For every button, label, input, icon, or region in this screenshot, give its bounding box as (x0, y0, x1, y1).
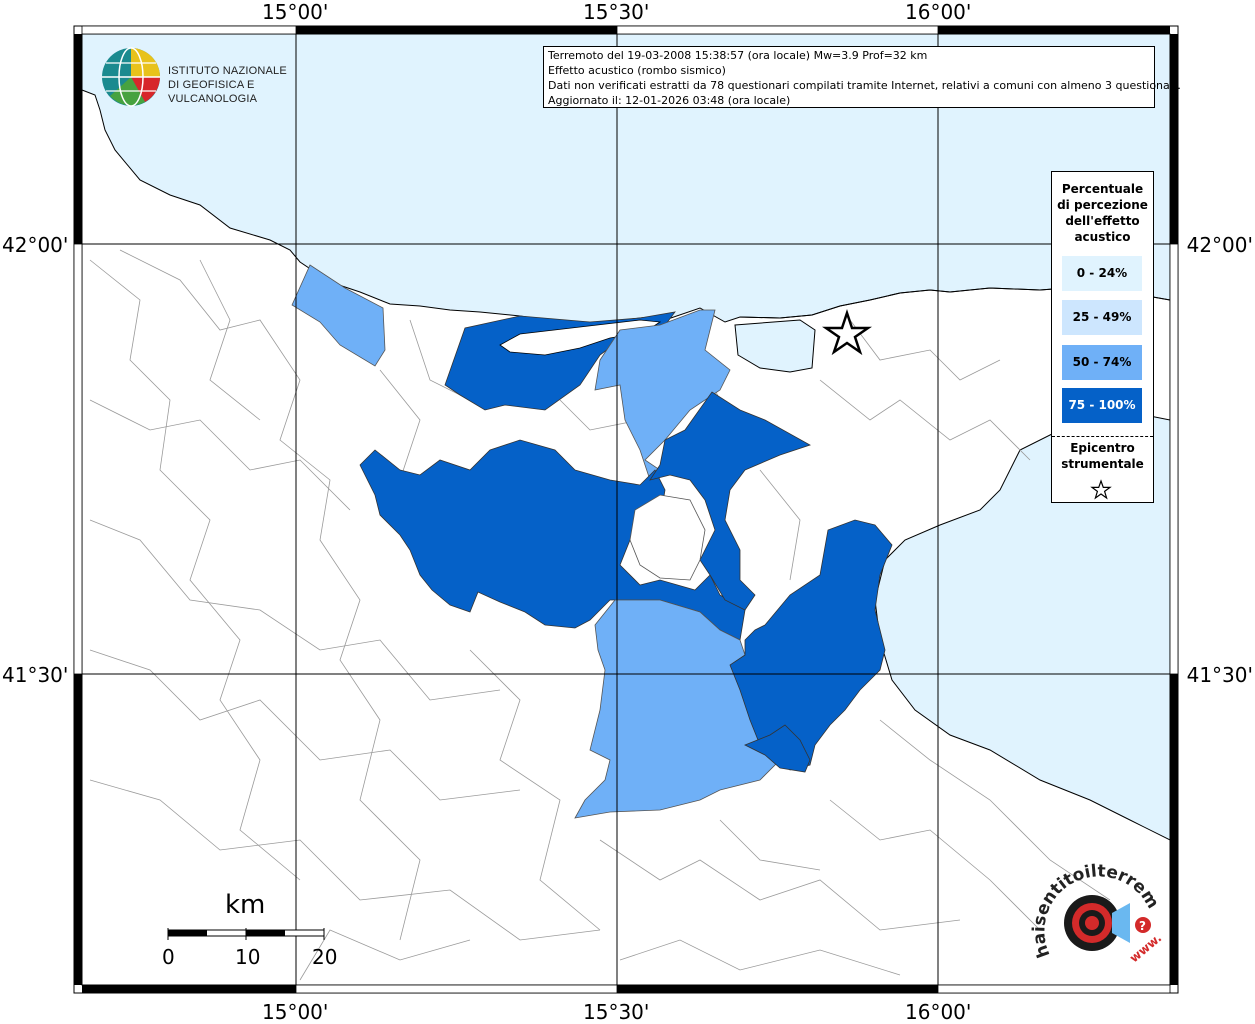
lat-label-left-2: 41°30' (2, 663, 69, 687)
event-info-line1: Terremoto del 19-03-2008 15:38:57 (ora l… (548, 49, 928, 62)
lon-label-bottom-2: 15°30' (583, 1000, 650, 1024)
star-icon (1090, 479, 1112, 500)
legend-epicenter-label: Epicentro strumentale (1052, 440, 1153, 472)
scale-unit: km (225, 890, 266, 920)
watermark-www: www. (1127, 931, 1164, 966)
legend-class-0-24: 0 - 24% (1062, 256, 1142, 291)
lon-label-top-1: 15°00' (262, 0, 329, 24)
lon-label-top-3: 16°00' (905, 0, 972, 24)
lon-label-top-2: 15°30' (583, 0, 650, 24)
event-info-box: Terremoto del 19-03-2008 15:38:57 (ora l… (543, 46, 1181, 108)
lon-label-bottom-1: 15°00' (262, 1000, 329, 1024)
event-info-line3: Dati non verificati estratti da 78 quest… (548, 79, 1181, 92)
globe-logo-icon (102, 47, 160, 107)
speaker-target-icon: ? haisentitoilterremoto.it www. (1024, 840, 1164, 966)
svg-text:?: ? (1139, 919, 1146, 933)
legend-class-75-100: 75 - 100% (1062, 388, 1142, 423)
legend: Percentuale di percezione dell'effetto a… (1051, 171, 1154, 503)
lat-label-right-2: 41°30' (1186, 663, 1253, 687)
legend-epicenter-line1: Epicentro (1070, 441, 1135, 455)
legend-class-25-49: 25 - 49% (1062, 300, 1142, 335)
legend-class-50-74: 50 - 74% (1062, 345, 1142, 380)
scale-bar-graphic (167, 928, 325, 940)
legend-epicenter-line2: strumentale (1061, 457, 1144, 471)
lat-label-left-1: 42°00' (2, 233, 69, 257)
event-info-line4: Aggiornato il: 12-01-2026 03:48 (ora loc… (548, 94, 791, 107)
scale-tick-20: 20 (312, 945, 338, 969)
lat-label-right-1: 42°00' (1186, 233, 1253, 257)
institute-name-line2: DI GEOFISICA E VULCANOLOGIA (168, 79, 258, 105)
scale-tick-0: 0 (162, 945, 175, 969)
scale-tick-10: 10 (235, 945, 261, 969)
legend-title: Percentuale di percezione dell'effetto a… (1052, 181, 1153, 245)
event-info-line2: Effetto acustico (rombo sismico) (548, 64, 726, 77)
lon-label-bottom-3: 16°00' (905, 1000, 972, 1024)
institute-name-line1: ISTITUTO NAZIONALE (168, 65, 287, 77)
legend-separator (1052, 436, 1153, 437)
watermark-logo: ? haisentitoilterremoto.it www. (1024, 840, 1180, 985)
legend-title-line3: dell'effetto (1065, 214, 1140, 228)
legend-title-line2: di percezione (1057, 198, 1148, 212)
legend-title-line1: Percentuale (1061, 182, 1144, 196)
legend-title-line4: acustico (1074, 230, 1131, 244)
scale-bar: km 0 10 20 (160, 890, 350, 970)
institute-logo: ISTITUTO NAZIONALE DI GEOFISICA E VULCAN… (100, 46, 320, 112)
